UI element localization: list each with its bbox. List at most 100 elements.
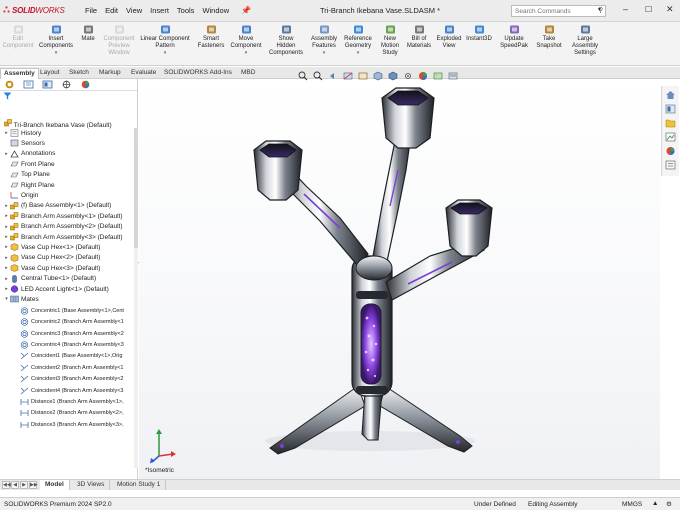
section-view-icon[interactable] <box>343 71 353 81</box>
tab-layout[interactable]: Layout <box>37 68 63 79</box>
tree-item-branch-arm-assembly-3-default[interactable]: ▸ Branch Arm Assembly<3> (Default) <box>3 232 123 242</box>
update-speedpak-button[interactable]: Update SpeedPak <box>498 24 530 50</box>
expand-arrow-icon[interactable]: ▸ <box>3 130 10 136</box>
take-snapshot-button[interactable]: Take Snapshot <box>534 24 564 50</box>
filter-icon[interactable] <box>3 92 12 102</box>
tri-branch-vase-model[interactable] <box>240 86 510 458</box>
prev-tab-icon[interactable]: ◀ <box>11 481 19 489</box>
zoom-to-fit-icon[interactable] <box>298 71 308 81</box>
assembly-features-button[interactable]: Assembly Features ▾ <box>308 24 340 57</box>
tree-item-f-base-assembly-1-default[interactable]: ▸ (f) Base Assembly<1> (Default) <box>3 201 111 211</box>
display-style-icon[interactable] <box>388 71 398 81</box>
bottom-tab-3d-views[interactable]: 3D Views <box>72 480 111 490</box>
last-tab-icon[interactable]: ▶▶ <box>29 481 38 489</box>
mate-item-coincident3[interactable]: Coincident3 (Branch Arm Assembly<2 <box>20 374 123 384</box>
expand-arrow-icon[interactable]: ▸ <box>3 203 10 209</box>
mate-item-coincident2[interactable]: Coincident2 (Branch Arm Assembly<1 <box>20 363 123 373</box>
tree-item-history[interactable]: ▸ History <box>3 128 41 138</box>
custom-properties-icon[interactable] <box>665 160 676 170</box>
show-hidden-components-button[interactable]: Show Hidden Components <box>266 24 306 57</box>
tree-item-front-plane[interactable]: Front Plane <box>3 159 55 169</box>
tab-sketch[interactable]: Sketch <box>66 68 92 79</box>
mate-item-distance2[interactable]: Distance2 (Branch Arm Assembly<2>, <box>20 408 124 418</box>
maximize-icon[interactable]: ☐ <box>645 5 652 14</box>
bottom-tab-motion-study-1[interactable]: Motion Study 1 <box>112 480 167 490</box>
dropdown-caret-icon[interactable]: ▾ <box>36 50 76 57</box>
apply-scene-icon[interactable] <box>433 71 443 81</box>
previous-view-icon[interactable] <box>328 71 338 81</box>
close-icon[interactable]: ✕ <box>666 4 674 15</box>
first-tab-icon[interactable]: ◀◀ <box>2 481 11 489</box>
mate-item-coincident1[interactable]: Coincident1 (Base Assembly<1>,Orig <box>20 351 122 361</box>
tab-evaluate[interactable]: Evaluate <box>128 68 159 79</box>
design-library-icon[interactable] <box>665 104 676 114</box>
large-assembly-settings-button[interactable]: Large Assembly Settings <box>568 24 602 57</box>
mate-item-concentric2[interactable]: Concentric2 (Branch Arm Assembly<1 <box>20 317 124 327</box>
menu-file[interactable]: File <box>81 6 101 15</box>
mate-item-distance3[interactable]: Distance3 (Branch Arm Assembly<3>, <box>20 420 124 430</box>
menu-tools[interactable]: Tools <box>173 6 199 15</box>
dimxpert-tab-icon[interactable] <box>60 80 72 90</box>
menu-edit[interactable]: Edit <box>101 6 122 15</box>
file-explorer-icon[interactable] <box>665 118 676 128</box>
edit-appearance-icon[interactable] <box>418 71 428 81</box>
view-orientation-icon[interactable] <box>373 71 383 81</box>
tree-item-vase-cup-hex-2-default[interactable]: ▸ Vase Cup Hex<2> (Default) <box>3 253 100 263</box>
expand-arrow-icon[interactable]: ▸ <box>3 244 10 250</box>
tab-mbd[interactable]: MBD <box>238 68 258 79</box>
zoom-to-area-icon[interactable] <box>313 71 323 81</box>
tree-item-branch-arm-assembly-2-default[interactable]: ▸ Branch Arm Assembly<2> (Default) <box>3 222 123 232</box>
dropdown-caret-icon[interactable]: ▾ <box>228 50 264 57</box>
configuration-manager-tab-icon[interactable] <box>41 80 53 90</box>
expand-arrow-icon[interactable]: ▸ <box>3 255 10 261</box>
tree-item-sensors[interactable]: Sensors <box>3 138 45 148</box>
tree-item-mates[interactable]: ▾ Mates <box>3 294 38 304</box>
search-input[interactable] <box>515 7 585 15</box>
component-preview-window-button[interactable]: Component Preview Window <box>102 24 136 57</box>
expand-arrow-icon[interactable]: ▸ <box>3 213 10 219</box>
dropdown-caret-icon[interactable]: ▾ <box>136 50 194 57</box>
tree-item-vase-cup-hex-3-default[interactable]: ▸ Vase Cup Hex<3> (Default) <box>3 263 100 273</box>
dropdown-caret-icon[interactable]: ▾ <box>308 50 340 57</box>
status-settings-icon[interactable]: ⚙ <box>666 500 672 508</box>
view-settings-icon[interactable] <box>448 71 458 81</box>
appearances-scenes-icon[interactable] <box>665 146 676 156</box>
mate-item-coincident4[interactable]: Coincident4 (Branch Arm Assembly<3 <box>20 386 123 396</box>
display-manager-tab-icon[interactable] <box>79 80 91 90</box>
next-tab-icon[interactable]: ▶ <box>20 481 28 489</box>
menu-insert[interactable]: Insert <box>146 6 173 15</box>
move-component-button[interactable]: Move Component ▾ <box>228 24 264 57</box>
tree-item-branch-arm-assembly-1-default[interactable]: ▸ Branch Arm Assembly<1> (Default) <box>3 211 123 221</box>
solidworks-resources-icon[interactable] <box>665 90 676 100</box>
expand-arrow-icon[interactable]: ▸ <box>3 234 10 240</box>
tab-markup[interactable]: Markup <box>96 68 124 79</box>
tree-scrollbar[interactable] <box>134 128 138 468</box>
expand-arrow-icon[interactable]: ▸ <box>3 276 10 282</box>
mate-item-concentric4[interactable]: Concentric4 (Branch Arm Assembly<3 <box>20 340 124 350</box>
mate-item-concentric3[interactable]: Concentric3 (Branch Arm Assembly<2 <box>20 329 124 339</box>
mate-button[interactable]: Mate <box>76 24 100 43</box>
view-palette-icon[interactable] <box>665 132 676 142</box>
expand-arrow-icon[interactable]: ▸ <box>3 151 10 157</box>
edit-component-button[interactable]: Edit Component <box>0 24 36 50</box>
reference-geometry-button[interactable]: Reference Geometry ▾ <box>342 24 374 57</box>
instant3d-button[interactable]: Instant3D <box>464 24 494 43</box>
smart-fasteners-button[interactable]: Smart Fasteners <box>196 24 226 50</box>
expand-arrow-icon[interactable]: ▸ <box>3 286 10 292</box>
expand-arrow-icon[interactable]: ▸ <box>3 224 10 230</box>
units-dropdown-icon[interactable]: ▲ <box>652 500 658 507</box>
expand-arrow-icon[interactable]: ▸ <box>3 265 10 271</box>
dropdown-caret-icon[interactable]: ▾ <box>342 50 374 57</box>
tree-item-vase-cup-hex-1-default[interactable]: ▸ Vase Cup Hex<1> (Default) <box>3 242 100 252</box>
tree-item-annotations[interactable]: ▸ Annotations <box>3 149 55 159</box>
tree-item-led-accent-light-1-default[interactable]: ▸ LED Accent Light<1> (Default) <box>3 284 109 294</box>
menu-window[interactable]: Window <box>198 6 233 15</box>
bottom-tab-model[interactable]: Model <box>40 480 70 490</box>
dynamic-annotation-icon[interactable] <box>358 71 368 81</box>
status-units[interactable]: MMGS <box>622 501 642 508</box>
app-logo[interactable]: ∴ SOLIDWORKS <box>3 5 69 16</box>
minimize-icon[interactable]: – <box>623 4 628 14</box>
tree-item-central-tube-1-default[interactable]: ▸ Central Tube<1> (Default) <box>3 274 96 284</box>
search-box[interactable]: ⚲ <box>511 5 606 17</box>
linear-component-pattern-button[interactable]: Linear Component Pattern ▾ <box>136 24 194 57</box>
